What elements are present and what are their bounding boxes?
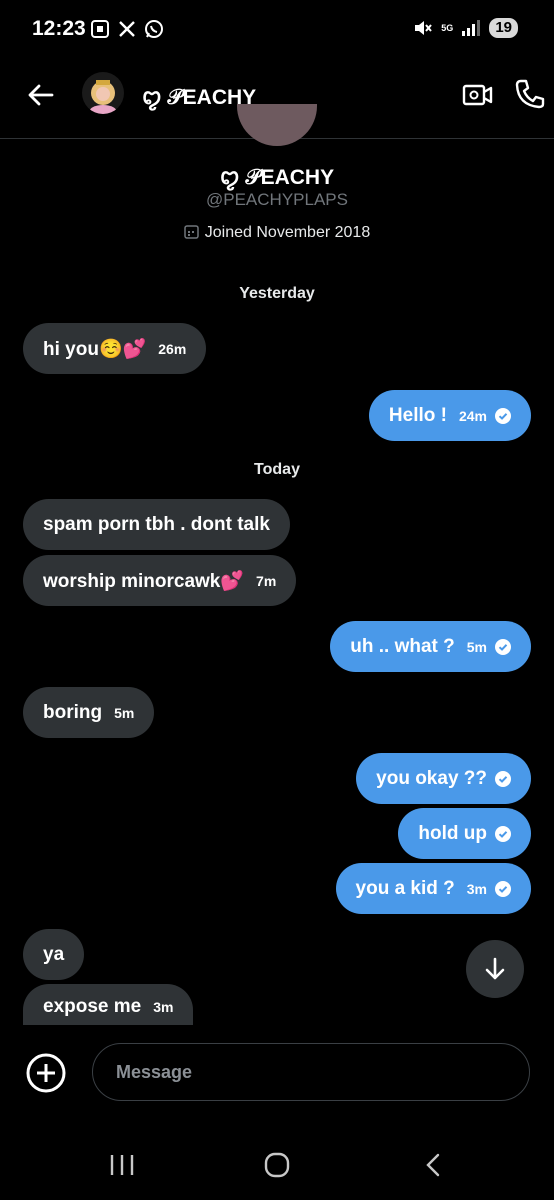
check-circle-icon: [495, 825, 511, 842]
status-bar: 12:23 5G 19: [0, 0, 554, 60]
message-bubble-outgoing[interactable]: you okay ??: [356, 753, 531, 804]
message-text: worship minorcawk💕: [43, 570, 245, 592]
message-text: expose me: [43, 996, 142, 1017]
plus-circle-icon[interactable]: [25, 1052, 67, 1094]
battery-indicator: 19: [489, 18, 518, 38]
signal-icon: [462, 20, 481, 36]
whatsapp-icon: [145, 20, 163, 38]
profile-display-name: ꨄ 𝒫EACHY: [219, 166, 335, 189]
arrow-left-icon[interactable]: [26, 80, 56, 110]
message-time: 24m: [458, 407, 487, 424]
message-input[interactable]: [92, 1043, 530, 1101]
profile-handle: @PEACHYPLAPS: [206, 190, 348, 209]
phone-icon[interactable]: [514, 78, 546, 110]
message-text: hi you☺️💕: [43, 338, 147, 360]
joined-date: Joined November 2018: [0, 224, 554, 242]
message-text: you okay ??: [376, 767, 487, 789]
message-bubble-incoming[interactable]: worship minorcawk💕 7m: [23, 555, 297, 606]
message-bubble-incoming[interactable]: boring 5m: [23, 687, 155, 738]
message-text: boring: [43, 701, 103, 723]
message-time: 26m: [158, 340, 187, 357]
status-notification-icons: [90, 19, 164, 39]
message-bubble-incoming[interactable]: spam porn tbh . dont talk: [23, 499, 290, 550]
message-composer: [0, 1025, 554, 1125]
home-icon[interactable]: [263, 1152, 291, 1178]
profile-picture[interactable]: [237, 104, 317, 146]
video-camera-icon[interactable]: [462, 79, 494, 111]
message-time: 3m: [466, 880, 487, 897]
message-bubble-outgoing[interactable]: Hello ! 24m: [368, 390, 531, 441]
message-text: Hello !: [388, 404, 447, 426]
nav-back-icon[interactable]: [420, 1152, 448, 1178]
check-circle-icon: [495, 407, 511, 424]
check-circle-icon: [495, 770, 511, 787]
message-bubble-incoming[interactable]: ya: [23, 929, 85, 980]
message-text: you a kid ?: [355, 877, 455, 899]
message-bubble-outgoing[interactable]: uh .. what ? 5m: [330, 621, 531, 672]
message-bubble-incoming[interactable]: expose me 3m: [23, 984, 194, 1030]
screenshot-icon: [91, 20, 109, 38]
joined-text: Joined November 2018: [204, 224, 371, 241]
message-time: 5m: [114, 704, 135, 721]
status-system-icons: 5G 19: [413, 18, 518, 38]
recents-icon[interactable]: [108, 1152, 136, 1178]
network-label: 5G: [441, 23, 454, 33]
message-bubble-outgoing[interactable]: hold up: [398, 808, 531, 859]
message-bubble-outgoing[interactable]: you a kid ? 3m: [335, 863, 531, 914]
check-circle-icon: [495, 880, 511, 897]
message-text: uh .. what ?: [350, 635, 455, 657]
day-separator-yesterday: Yesterday: [239, 285, 315, 302]
message-time: 3m: [153, 999, 174, 1015]
message-text: spam porn tbh . dont talk: [43, 513, 270, 535]
system-navigation-bar: [0, 1130, 554, 1200]
check-circle-icon: [495, 638, 511, 655]
message-time: 7m: [256, 572, 277, 589]
mute-icon: [415, 21, 433, 35]
day-separator-today: Today: [254, 461, 300, 478]
arrow-down-icon: [485, 957, 505, 980]
avatar[interactable]: [82, 72, 124, 114]
message-bubble-incoming[interactable]: hi you☺️💕 26m: [23, 323, 207, 374]
status-time: 12:23: [32, 17, 86, 40]
x-app-icon: [119, 21, 135, 37]
message-text: ya: [43, 943, 65, 965]
scroll-to-bottom-button[interactable]: [466, 940, 524, 998]
message-time: 5m: [466, 638, 487, 655]
dm-conversation-screen: 12:23 5G 19 ꨄ 𝒫EACHY ꨄ 𝒫EACHY @PEACHYPLA…: [0, 0, 554, 1200]
calendar-icon: [184, 225, 199, 239]
message-text: hold up: [418, 822, 487, 844]
